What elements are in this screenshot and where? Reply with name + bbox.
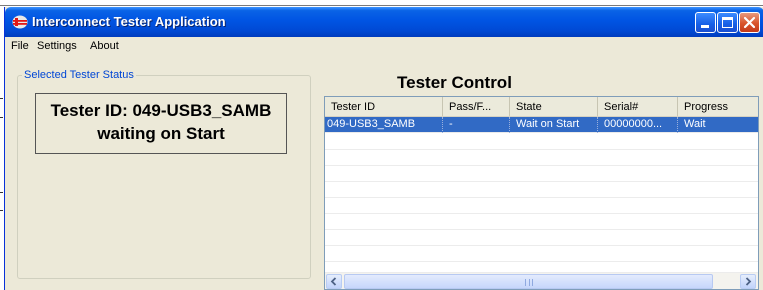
row-divider [325,165,758,166]
scroll-grip-icon [525,279,533,286]
menu-file[interactable]: File [11,40,29,52]
cell-pass-fail: - [443,117,510,133]
column-header-serial[interactable]: Serial# [598,97,678,116]
tester-id-text: Tester ID: 049-USB3_SAMB [50,101,272,120]
title-bar[interactable]: Interconnect Tester Application [5,7,763,37]
app-window: Interconnect Tester Application File Set… [4,7,763,290]
row-divider [325,261,758,262]
row-divider [325,213,758,214]
cell-progress: Wait [684,118,706,130]
scroll-right-button[interactable] [740,274,756,289]
row-divider [325,197,758,198]
scroll-left-arrow-icon [330,277,337,286]
row-divider [325,229,758,230]
list-header: Tester ID Pass/F... State Serial# Progre… [325,97,758,117]
app-logo-icon [12,15,28,29]
group-legend: Selected Tester Status [22,69,136,81]
tester-control-title: Tester Control [397,73,512,92]
scrollbar-thumb[interactable] [344,274,713,289]
maximize-icon [722,17,733,28]
menu-bar: File Settings About [5,37,763,56]
tester-status-display: Tester ID: 049-USB3_SAMB waiting on Star… [35,93,287,154]
column-header-progress[interactable]: Progress [678,97,758,116]
cell-state: Wait on Start [510,117,598,133]
scroll-left-button[interactable] [326,274,342,289]
minimize-icon [701,25,709,28]
row-divider [325,245,758,246]
cell-tester-id: 049-USB3_SAMB [325,117,443,133]
column-header-tester-id[interactable]: Tester ID [325,97,443,116]
cell-serial: 00000000... [598,117,678,133]
outer-frame-edge [0,0,763,6]
table-row[interactable]: 049-USB3_SAMB - Wait on Start 00000000..… [325,117,758,133]
tester-state-text: waiting on Start [97,124,225,143]
row-divider [325,181,758,182]
tester-list[interactable]: Tester ID Pass/F... State Serial# Progre… [324,96,759,290]
horizontal-scrollbar[interactable] [325,272,758,289]
close-button[interactable] [739,12,760,33]
column-header-state[interactable]: State [510,97,598,116]
menu-about[interactable]: About [90,40,119,52]
maximize-button[interactable] [717,12,738,33]
close-icon [743,16,756,29]
window-title: Interconnect Tester Application [32,14,226,29]
menu-settings[interactable]: Settings [37,40,77,52]
column-header-pass-fail[interactable]: Pass/F... [443,97,510,116]
scroll-right-arrow-icon [745,277,752,286]
row-divider [325,149,758,150]
minimize-button[interactable] [695,12,716,33]
